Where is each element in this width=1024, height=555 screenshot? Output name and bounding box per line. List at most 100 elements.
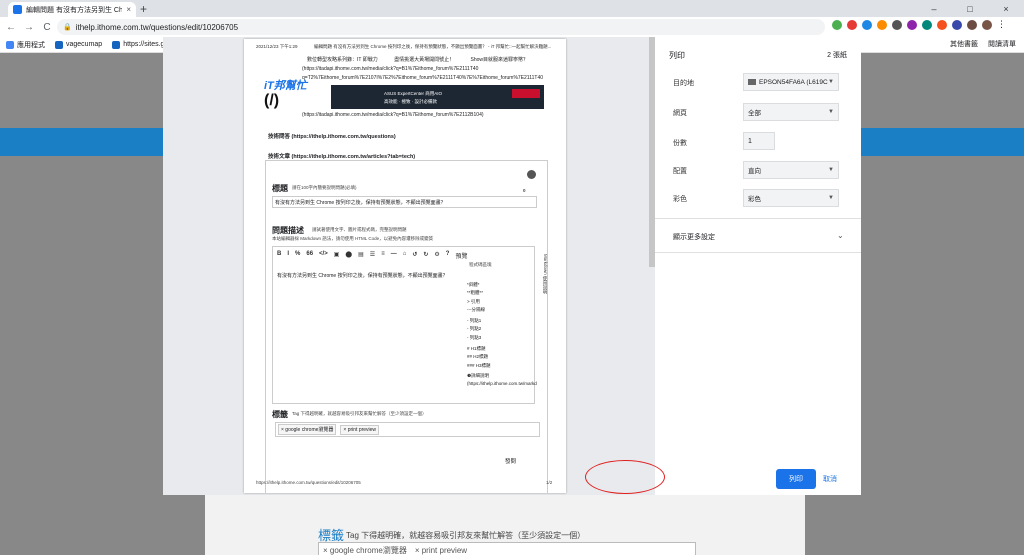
extension-icon[interactable]: [967, 19, 977, 30]
bookmark-label: 應用程式: [17, 41, 45, 49]
cancel-button[interactable]: 取消: [813, 469, 847, 489]
extension-icon[interactable]: [892, 19, 902, 30]
extension-icon[interactable]: [832, 19, 842, 30]
layout-value: 直向: [748, 168, 761, 175]
footer-url: https://ithelp.ithome.com.tw/questions/e…: [256, 480, 361, 485]
title-heading: 標題: [272, 184, 288, 193]
menu-icon[interactable]: ⋮: [997, 19, 1006, 30]
hr-icon: —: [390, 251, 397, 257]
lock-icon: 🔒: [63, 24, 72, 31]
print-dialog: 2021/12/23 下午1:29 編輯問題 有沒有方法另到生 Chrome 按…: [163, 37, 861, 495]
tab-strip: [0, 0, 1024, 17]
maximize-button[interactable]: □: [952, 0, 988, 17]
bookmark-favicon-icon: [55, 40, 63, 49]
extension-icon[interactable]: [937, 19, 947, 30]
annotation-circle: [585, 460, 665, 494]
profile-avatar[interactable]: [982, 19, 992, 30]
close-window-button[interactable]: ×: [988, 0, 1024, 17]
preview-page: 2021/12/23 下午1:29 編輯問題 有沒有方法另到生 Chrome 按…: [244, 39, 566, 493]
bookmark-apps[interactable]: 應用程式: [6, 40, 45, 50]
extension-icon[interactable]: [877, 19, 887, 30]
apps-grid-icon: [6, 40, 14, 49]
link-icon: %: [295, 251, 301, 257]
ad-link: (https://itadapi.ithome.com.tw/media/cli…: [302, 112, 484, 118]
print-button[interactable]: 列印: [776, 469, 816, 489]
md-item: ## H2標題: [467, 354, 489, 360]
undo-icon: ↺: [412, 252, 418, 258]
redo-icon: ↻: [423, 252, 429, 258]
back-button[interactable]: ←: [4, 22, 18, 33]
tag-input: × google chrome瀏覽器 × print preview: [275, 422, 540, 437]
preview-label: 預覽: [455, 254, 468, 260]
pages-select[interactable]: 全部 ▼: [743, 103, 839, 121]
help-icon: ?: [445, 251, 450, 257]
extension-icon[interactable]: [922, 19, 932, 30]
bookmarks-right: 其他書籤 閱讀清單: [950, 39, 1016, 49]
description-hint: 請試著使用文字、圖片或程式碼，完整說明問題: [312, 227, 407, 232]
chevron-down-icon[interactable]: ⌄: [837, 231, 844, 240]
tag-hint: Tag 下得越明確，就越容易吸引邦友來幫忙解答（至少須設定一個）: [292, 411, 427, 416]
editor-toolbar: B I % 66 </> ▣ ⬤ ▤ ☰ ≡ — ⌂ ↺ ↻ ⚙ ? 預覽: [277, 251, 467, 260]
bookmark-label: vagecumap: [66, 41, 103, 48]
more-settings-toggle[interactable]: 顯示更多設定: [673, 232, 715, 242]
settings-icon: ⚙: [434, 252, 440, 258]
sheet-count: 2 張紙: [827, 52, 847, 59]
layout-select[interactable]: 直向 ▼: [743, 161, 839, 179]
extension-icon[interactable]: [907, 19, 917, 30]
forward-button[interactable]: →: [22, 22, 36, 33]
bookmark-vagecumap[interactable]: vagecumap: [55, 40, 103, 49]
section-link: 技術文章 (https://ithelp.ithome.com.tw/artic…: [268, 154, 416, 160]
md-item: ❶詳細說明: [467, 372, 490, 378]
panel-divider: [655, 252, 861, 253]
md-item: **粗體**: [467, 290, 484, 296]
address-bar[interactable]: 🔒 ithelp.ithome.com.tw/questions/edit/10…: [57, 19, 825, 35]
reload-button[interactable]: C: [40, 22, 54, 33]
bookmark-sites[interactable]: https://sites.g: [112, 40, 164, 49]
logo-link: (/): [264, 92, 280, 109]
color-select[interactable]: 彩色 ▼: [743, 189, 839, 207]
md-item: *斜體*: [467, 282, 480, 287]
color-value: 彩色: [748, 196, 761, 203]
upload-icon: ⬤: [345, 252, 353, 258]
ordered-list-icon: ▤: [358, 252, 364, 258]
chevron-down-icon: ▼: [828, 79, 834, 85]
tag-heading: 標籤: [272, 410, 288, 419]
bg-tag-input: × google chrome瀏覽器 × print preview: [318, 542, 696, 555]
other-bookmarks[interactable]: 其他書籤: [950, 39, 978, 49]
markdown-hint: 本站編輯器採 Markdown 語法，請勿使用 HTML Code，以避免內容遭…: [272, 236, 434, 241]
section-link: 技術問答 (https://ithelp.ithome.com.tw/quest…: [268, 134, 396, 140]
footer-page: 1/2: [546, 480, 553, 485]
md-item: - 列點2: [467, 326, 482, 332]
list-icon: ☰: [369, 252, 376, 258]
chevron-down-icon: ▼: [828, 109, 834, 115]
new-tab-button[interactable]: +: [140, 2, 147, 16]
md-item: - 列點1: [467, 318, 482, 324]
description-heading: 問題描述: [272, 226, 304, 235]
markdown-side-label: Markdown 使用說明: [543, 254, 548, 295]
ad-line: 數位轉型攻略系列錄：IT 即戰力 盡情挑選大黃場開問號止！ Show目就服來逍罪…: [307, 57, 529, 63]
image-icon: ▣: [333, 252, 340, 258]
reading-list[interactable]: 閱讀清單: [988, 39, 1016, 49]
pages-label: 網頁: [673, 110, 687, 117]
banner-badge: [512, 89, 540, 98]
tag-chip: × print preview: [340, 424, 380, 435]
extension-icon[interactable]: [952, 19, 962, 30]
destination-value: EPSON54FA6A (L619C: [759, 78, 828, 86]
pages-value: 全部: [748, 110, 761, 117]
minimize-button[interactable]: –: [916, 0, 952, 17]
bookmark-favicon-icon: [112, 40, 121, 49]
chevron-down-icon: ▼: [828, 167, 834, 173]
tag-chip: × google chrome瀏覽器: [278, 424, 337, 435]
tab-close-icon[interactable]: ×: [126, 5, 131, 14]
extension-icon[interactable]: [847, 19, 857, 30]
avatar: [527, 170, 536, 179]
browser-tab[interactable]: 編輯問題 有沒有方法另到生 Chro ×: [8, 2, 136, 17]
copies-input[interactable]: 1: [743, 132, 775, 150]
destination-label: 目的地: [673, 80, 694, 87]
panel-divider: [655, 218, 861, 219]
destination-select[interactable]: EPSON54FA6A (L619C ▼: [743, 73, 839, 91]
quote-icon: 66: [306, 251, 314, 257]
chevron-down-icon: ▼: [828, 195, 834, 201]
banner-subtext: 高效能 · 極致 · 設計必備款: [384, 99, 437, 104]
extension-icon[interactable]: [862, 19, 872, 30]
